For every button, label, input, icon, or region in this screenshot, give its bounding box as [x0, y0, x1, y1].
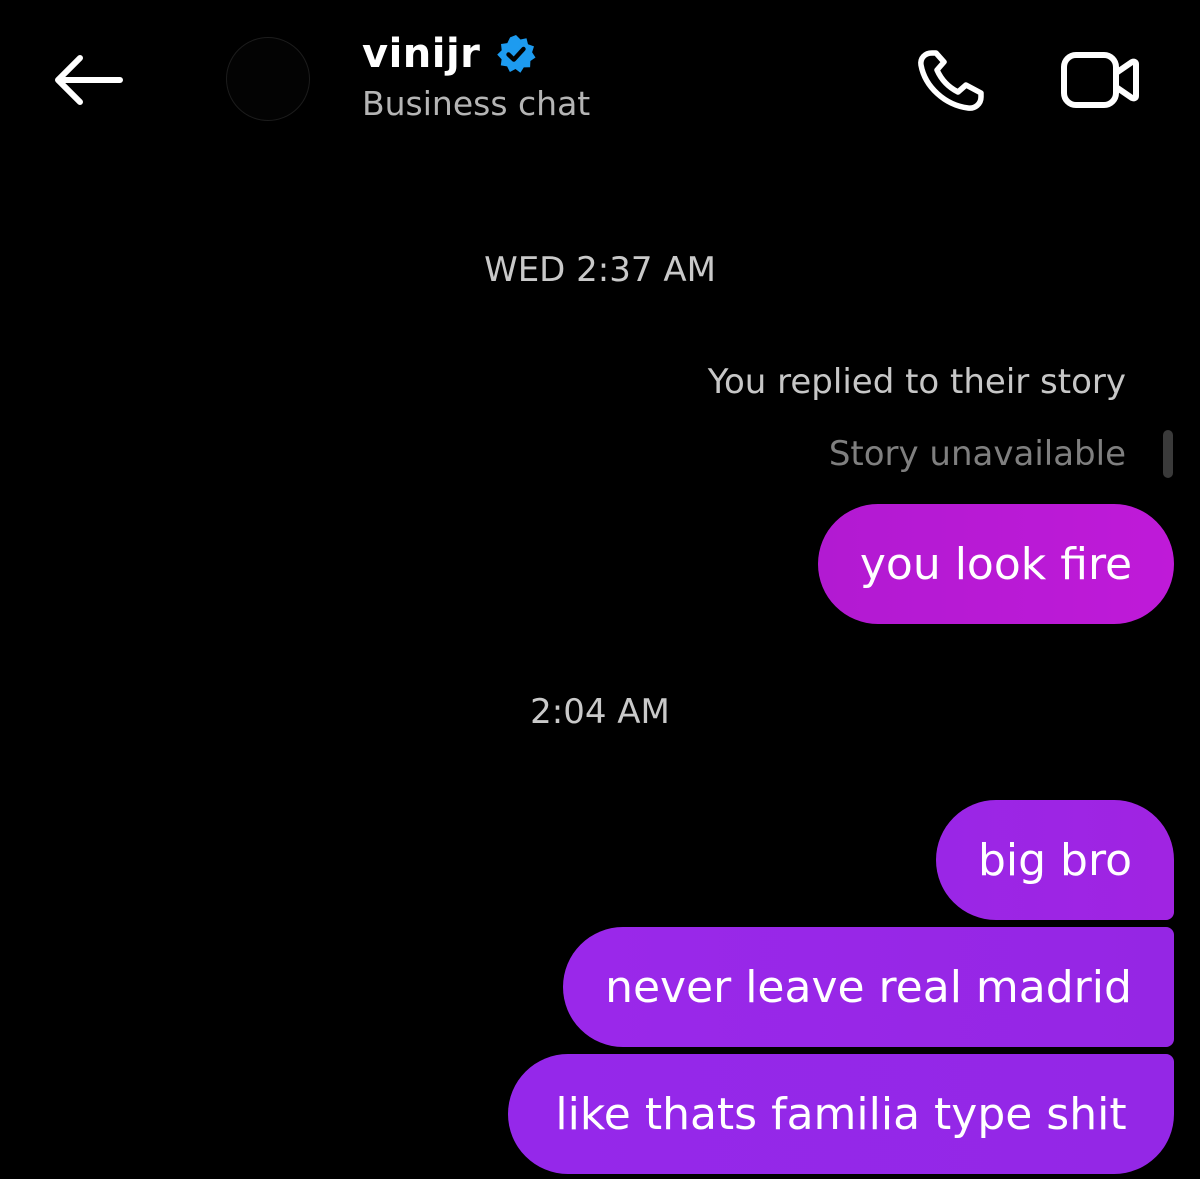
chat-title: vinijr: [362, 31, 481, 77]
message-bubble[interactable]: big bro: [936, 800, 1174, 920]
video-camera-icon: [1061, 52, 1139, 108]
phone-icon: [918, 50, 984, 111]
message-bubble[interactable]: like thats familia type shit: [508, 1054, 1174, 1174]
verified-badge-icon: [496, 34, 536, 74]
chat-header-title-row[interactable]: vinijr: [362, 26, 536, 82]
story-reply-note: You replied to their story: [707, 362, 1126, 402]
timestamp: WED 2:37 AM: [484, 250, 716, 290]
back-button[interactable]: [40, 40, 136, 120]
video-call-button[interactable]: [1052, 40, 1148, 120]
timestamp: 2:04 AM: [530, 692, 670, 732]
message-bubble[interactable]: you look fire: [818, 504, 1174, 624]
message-bubble[interactable]: never leave real madrid: [563, 927, 1174, 1047]
chat-subtitle: Business chat: [362, 84, 591, 123]
story-unavailable-label: Story unavailable: [828, 434, 1126, 474]
back-arrow-icon: [55, 55, 123, 105]
audio-call-button[interactable]: [908, 40, 994, 120]
story-reply-bar: [1163, 430, 1173, 478]
avatar[interactable]: [226, 37, 310, 121]
